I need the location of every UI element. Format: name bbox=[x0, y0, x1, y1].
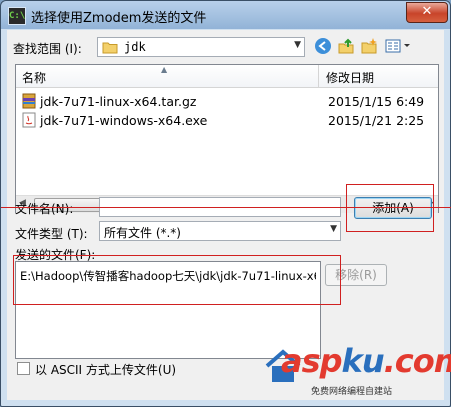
folder-icon bbox=[102, 40, 118, 57]
view-menu-icon[interactable] bbox=[383, 37, 413, 57]
highlight-line bbox=[1, 207, 451, 208]
watermark-text: aspku.com bbox=[281, 342, 451, 380]
watermark-subtitle: 免费网络编程自建站 bbox=[311, 387, 393, 397]
watermark-main: asp bbox=[281, 342, 343, 380]
dialog-window: C:\ 选择使用Zmodem发送的文件 ✕ 查找范围 (I): jdk ▼ 名称… bbox=[0, 0, 451, 407]
list-item[interactable]: jdk-7u71-linux-x64.tar.gz 2015/1/15 6:49 bbox=[18, 92, 436, 111]
watermark-logo: aspku.com 免费网络编程自建站 bbox=[263, 340, 451, 402]
app-icon: C:\ bbox=[8, 7, 26, 25]
column-divider[interactable] bbox=[318, 65, 319, 87]
close-button[interactable]: ✕ bbox=[406, 2, 448, 23]
lookin-label: 查找范围 (I): bbox=[13, 42, 82, 56]
filename-label: 文件名(N): bbox=[15, 202, 74, 216]
list-header: 名称 ▲ 修改日期 bbox=[16, 65, 438, 88]
file-date: 2015/1/21 2:25 bbox=[328, 113, 425, 128]
window-title: 选择使用Zmodem发送的文件 bbox=[31, 11, 207, 26]
highlight-box bbox=[346, 184, 434, 232]
file-name: jdk-7u71-windows-x64.exe bbox=[40, 113, 208, 128]
column-header-name[interactable]: 名称 bbox=[22, 69, 46, 86]
sort-ascending-icon: ▲ bbox=[161, 65, 168, 74]
archive-icon bbox=[22, 93, 36, 109]
filetype-combo[interactable]: 所有文件 (*.*) ▼ bbox=[99, 221, 341, 241]
filetype-value: 所有文件 (*.*) bbox=[104, 226, 181, 240]
java-exe-icon bbox=[22, 112, 36, 128]
back-arrow-icon[interactable] bbox=[313, 37, 333, 57]
watermark-accent: ku bbox=[341, 342, 385, 380]
list-item[interactable]: jdk-7u71-windows-x64.exe 2015/1/21 2:25 bbox=[18, 111, 436, 130]
chevron-down-icon[interactable]: ▼ bbox=[330, 224, 337, 234]
title-bar[interactable]: C:\ 选择使用Zmodem发送的文件 ✕ bbox=[1, 1, 450, 29]
lookin-value: jdk bbox=[124, 40, 146, 54]
highlight-box bbox=[13, 255, 341, 305]
column-header-date[interactable]: 修改日期 bbox=[326, 69, 374, 86]
up-folder-icon[interactable] bbox=[336, 37, 356, 57]
watermark-tail: .com bbox=[383, 342, 451, 380]
chevron-down-icon[interactable]: ▼ bbox=[294, 40, 301, 50]
filetype-label: 文件类型 (T): bbox=[15, 227, 88, 241]
lookin-combo[interactable]: jdk ▼ bbox=[97, 37, 305, 57]
ascii-checkbox[interactable] bbox=[17, 362, 30, 375]
new-folder-icon[interactable] bbox=[359, 37, 379, 57]
ascii-label: 以 ASCII 方式上传文件(U) bbox=[35, 363, 177, 377]
file-date: 2015/1/15 6:49 bbox=[328, 94, 425, 109]
file-name: jdk-7u71-linux-x64.tar.gz bbox=[40, 94, 197, 109]
